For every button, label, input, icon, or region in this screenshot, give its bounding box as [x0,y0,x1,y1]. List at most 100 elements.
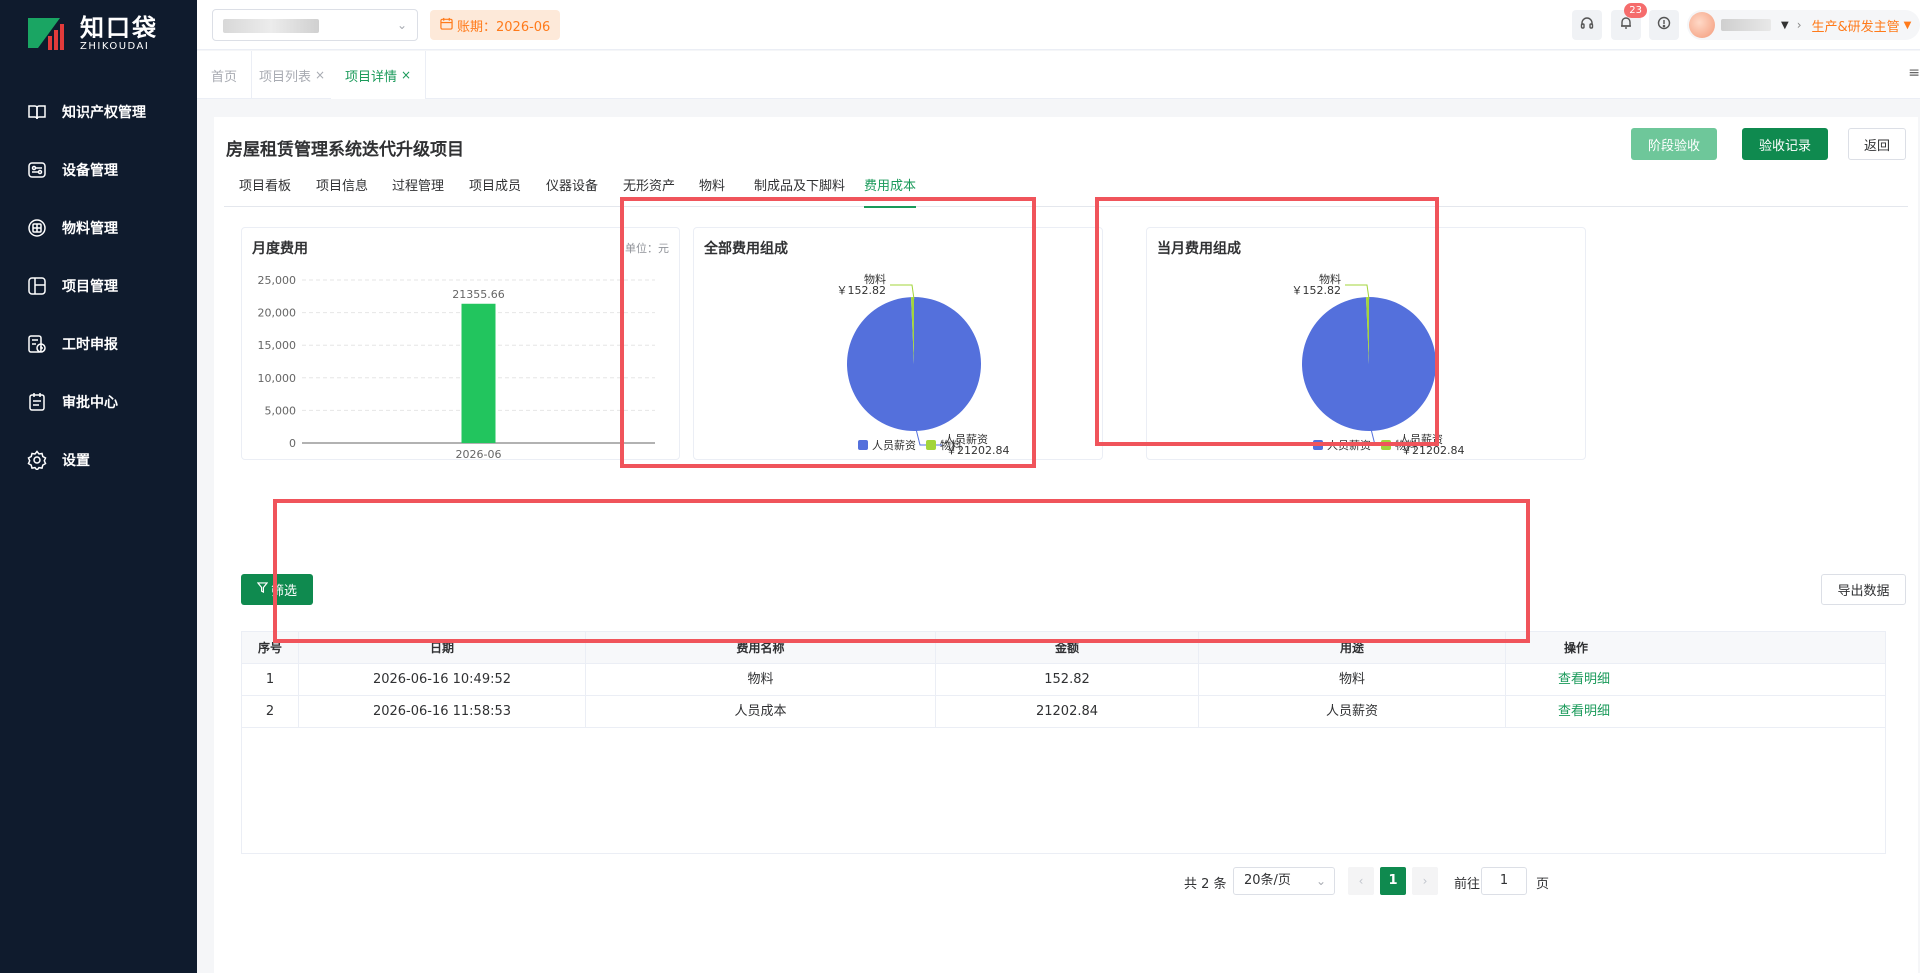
column-header: 用途 [1199,632,1506,664]
company-select[interactable]: ⌄ [212,9,418,41]
alert-button[interactable] [1649,10,1679,40]
project-detail-card: 房屋租赁管理系统迭代升级项目 阶段验收 验收记录 返回 项目看板 项目信息 过程… [214,117,1918,973]
sidebar: 知口袋 ZHIKOUDAI 知识产权管理 设备管理 物料管理 项目管理 工时申报… [0,0,197,973]
tabs-menu-icon[interactable]: ≡ [1908,65,1920,81]
column-header: 日期 [299,632,586,664]
filter-icon [256,582,269,597]
sidebar-nav: 知识产权管理 设备管理 物料管理 项目管理 工时申报 审批中心 设置 [0,83,197,489]
caret-down-icon: ▼ [1781,19,1789,31]
y-tick-label: 5,000 [265,404,297,417]
subtab-materials[interactable]: 物料 [699,167,725,207]
data-label: 21355.66 [452,288,505,301]
brand-name-en: ZHIKOUDAI [80,41,150,52]
row-name: 物料 [586,664,936,696]
tab-project-list[interactable]: 项目列表 × [245,51,341,99]
tab-project-detail[interactable]: 项目详情 × [331,51,427,99]
page-number-current[interactable]: 1 [1380,867,1406,895]
row-amount: 152.82 [936,664,1199,696]
column-header: 金额 [936,632,1199,664]
legend-label: 物料 [1395,438,1417,452]
sidebar-item-projects[interactable]: 项目管理 [0,257,197,315]
legend-label: 物料 [940,438,962,452]
subtab-products[interactable]: 制成品及下脚料 [754,167,845,207]
sidebar-item-devices[interactable]: 设备管理 [0,141,197,199]
sidebar-item-settings[interactable]: 设置 [0,431,197,489]
filter-button[interactable]: 筛选 [241,574,313,605]
annotation-box [273,499,1530,643]
close-icon[interactable]: × [315,68,325,82]
avatar [1689,12,1715,38]
chevron-right-icon: › [1422,874,1428,888]
label-line [890,284,915,300]
back-button[interactable]: 返回 [1848,128,1906,160]
accept-record-button[interactable]: 验收记录 [1742,128,1828,160]
detail-subtabs: 项目看板 项目信息 过程管理 项目成员 仪器设备 无形资产 物料 制成品及下脚料… [224,167,1908,208]
next-page-button[interactable]: › [1412,867,1438,895]
sidebar-item-label: 工时申报 [62,337,118,353]
device-icon [26,159,48,181]
table-header-row: 序号 日期 费用名称 金额 用途 操作 [242,632,1885,664]
sidebar-item-materials[interactable]: 物料管理 [0,199,197,257]
current-cost-pie-chart: 人员薪资￥21202.84物料￥152.82人员薪资 物料 [1292,272,1465,457]
view-detail-link[interactable]: 查看明细 [1506,664,1886,696]
sidebar-item-label: 物料管理 [62,221,118,237]
page-title: 房屋租赁管理系统迭代升级项目 [226,140,464,160]
chevron-left-icon: ‹ [1358,874,1364,888]
current-cost-panel: 当月费用组成 人员薪资 ￥21202.84 物料 ￥152.82 人员薪资 物料 [1146,227,1586,460]
row-amount: 21202.84 [936,696,1199,728]
page-size-value: 20条/页 [1244,873,1291,888]
column-header: 序号 [242,632,299,664]
user-menu[interactable]: ▼ › 生产&研发主管 ▼ [1687,10,1920,40]
y-tick-label: 20,000 [258,307,297,320]
table-row: 2 2026-06-16 11:58:53 人员成本 21202.84 人员薪资… [242,696,1885,728]
legend-label: 人员薪资 [1327,439,1371,452]
subtab-members[interactable]: 项目成员 [469,167,521,207]
tab-label: 项目详情 [345,69,398,85]
subtab-dashboard[interactable]: 项目看板 [239,167,291,207]
subtab-equipment[interactable]: 仪器设备 [546,167,598,207]
row-date: 2026-06-16 11:58:53 [299,696,586,728]
goto-prefix: 前往 [1454,876,1481,892]
project-icon [26,275,48,297]
bell-icon [1619,16,1633,34]
sidebar-item-label: 知识产权管理 [62,105,146,121]
period-badge[interactable]: 账期：2026-06 [430,10,561,40]
slice-value-label: ￥152.82 [1292,284,1342,297]
subtab-info[interactable]: 项目信息 [316,167,368,207]
notification-button[interactable]: 23 [1611,3,1647,40]
logo[interactable]: 知口袋 ZHIKOUDAI [26,12,158,56]
tab-home[interactable]: 首页 [197,51,253,99]
book-icon [26,101,48,123]
approval-icon [26,391,48,413]
monthly-cost-panel: 月度费用 单位：元 0 5,000 10,000 15,000 20,000 25,000… [241,227,680,460]
sidebar-item-timesheet[interactable]: 工时申报 [0,315,197,373]
headset-button[interactable] [1572,10,1602,40]
row-date: 2026-06-16 10:49:52 [299,664,586,696]
y-tick-label: 10,000 [258,372,297,385]
timesheet-icon [26,333,48,355]
chevron-down-icon: ⌄ [1315,874,1326,888]
company-name-redacted [223,19,319,33]
view-detail-link[interactable]: 查看明细 [1506,696,1886,728]
subtab-process[interactable]: 过程管理 [392,167,444,207]
export-button[interactable]: 导出数据 [1821,574,1906,605]
prev-page-button[interactable]: ‹ [1348,867,1374,895]
main-content: 房屋租赁管理系统迭代升级项目 阶段验收 验收记录 返回 项目看板 项目信息 过程… [197,99,1920,973]
logo-icon [26,14,70,54]
page-size-select[interactable]: 20条/页 ⌄ [1233,867,1335,895]
filter-label: 筛选 [270,584,297,599]
subtab-intangible[interactable]: 无形资产 [623,167,675,207]
user-name-redacted [1721,19,1771,31]
sidebar-item-ip[interactable]: 知识产权管理 [0,83,197,141]
sidebar-item-approval[interactable]: 审批中心 [0,373,197,431]
legend-swatch [1381,440,1391,450]
stage-accept-button[interactable]: 阶段验收 [1631,128,1717,160]
column-header: 操作 [1564,641,1589,655]
close-icon[interactable]: × [401,68,411,82]
legend-swatch [858,440,868,450]
goto-page-input[interactable]: 1 [1481,867,1527,895]
subtab-cost[interactable]: 费用成本 [864,167,917,208]
material-icon [26,217,48,239]
caret-down-icon: ▼ [1903,19,1912,31]
chevron-right-icon: › [1796,18,1802,32]
